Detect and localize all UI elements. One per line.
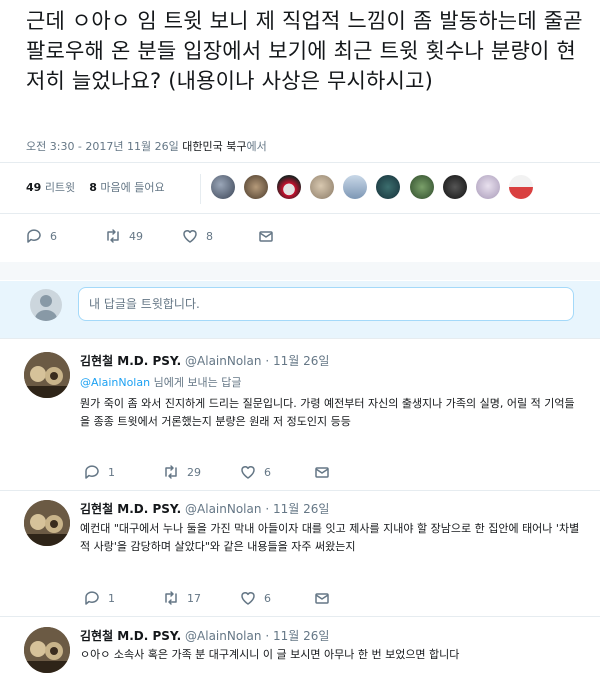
like-action[interactable]: 8 [182, 228, 213, 244]
direct-message-action[interactable] [258, 228, 274, 244]
reply-action[interactable]: 1 [84, 590, 115, 606]
dot-separator: · [265, 354, 270, 368]
reply-header: 김현철 M.D. PSY. @AlainNolan · 11월 26일 [80, 500, 329, 517]
divider [0, 162, 600, 163]
reply-header: 김현철 M.D. PSY. @AlainNolan · 11월 26일 [80, 352, 329, 369]
heart-icon [241, 466, 255, 479]
retweet-action[interactable]: 29 [163, 464, 201, 480]
reply-icon [85, 591, 99, 605]
retweets-count: 49 [26, 181, 42, 194]
reply-author-handle[interactable]: @AlainNolan [185, 629, 261, 643]
liker-avatar[interactable] [244, 175, 269, 199]
reply-author-name[interactable]: 김현철 M.D. PSY. [80, 502, 181, 516]
likes-label: 마음에 들어요 [100, 181, 165, 194]
replying-to-mention[interactable]: @AlainNolan [80, 376, 150, 389]
likes-stat[interactable]: 8 마음에 들어요 [89, 181, 164, 194]
liker-avatar[interactable] [310, 175, 335, 199]
reply-count: 6 [50, 229, 57, 243]
retweet-count: 49 [129, 229, 143, 243]
tweet-timestamp-line: 오전 3:30 - 2017년 11월 26일 대한민국 북구에서 [26, 138, 267, 154]
reply-input[interactable]: 내 답글을 트윗합니다. [78, 287, 574, 321]
reply-author-handle[interactable]: @AlainNolan [185, 354, 261, 368]
liker-avatar[interactable] [211, 175, 235, 199]
reply-date[interactable]: 11월 26일 [273, 629, 329, 643]
reply-date[interactable]: 11월 26일 [273, 354, 329, 368]
divider [0, 490, 600, 491]
avatar-photo [24, 500, 70, 546]
liker-avatar[interactable] [508, 175, 533, 199]
like-action[interactable]: 6 [240, 464, 271, 480]
reply-author-name[interactable]: 김현철 M.D. PSY. [80, 354, 181, 368]
retweet-action[interactable]: 49 [105, 228, 143, 244]
liker-avatars [211, 175, 537, 201]
envelope-icon [315, 467, 329, 478]
reply-icon [27, 229, 41, 243]
divider [0, 338, 600, 339]
direct-message-action[interactable] [314, 464, 330, 480]
reply-text: 뭔가 죽이 좀 와서 진지하게 드리는 질문입니다. 가령 예전부터 자신의 출… [80, 397, 575, 428]
retweets-stat[interactable]: 49 리트윗 [26, 181, 75, 194]
retweets-label: 리트윗 [44, 181, 76, 194]
reply-header: 김현철 M.D. PSY. @AlainNolan · 11월 26일 [80, 627, 329, 644]
reply-author-avatar[interactable] [24, 627, 70, 673]
reply-author-avatar[interactable] [24, 352, 70, 398]
retweet-icon [165, 465, 177, 479]
liker-avatar[interactable] [376, 175, 401, 199]
reply-icon [85, 465, 99, 479]
avatar-photo [24, 627, 70, 673]
reply-count: 1 [108, 591, 115, 605]
default-user-icon [35, 295, 57, 321]
section-gap [0, 262, 600, 280]
direct-message-action[interactable] [314, 590, 330, 606]
retweet-count: 29 [187, 465, 201, 479]
tweet-location[interactable]: 대한민국 북구 [182, 140, 246, 153]
liker-avatar[interactable] [475, 175, 500, 199]
heart-icon [183, 230, 197, 243]
reply-date[interactable]: 11월 26일 [273, 502, 329, 516]
dot-separator: · [265, 502, 270, 516]
liker-avatar[interactable] [442, 175, 467, 199]
tweet-location-suffix: 에서 [246, 140, 267, 153]
retweet-action[interactable]: 17 [163, 590, 201, 606]
retweet-icon [165, 591, 177, 605]
tweet-time[interactable]: 오전 3:30 - 2017년 11월 26일 [26, 140, 179, 153]
like-count: 8 [206, 229, 213, 243]
like-action[interactable]: 6 [240, 590, 271, 606]
heart-icon [241, 592, 255, 605]
avatar-photo [24, 352, 70, 398]
replying-to-text: 님에게 보내는 답글 [150, 376, 242, 389]
liker-avatar[interactable] [409, 175, 434, 199]
reply-action[interactable]: 6 [26, 228, 57, 244]
likes-count: 8 [89, 181, 97, 194]
liker-avatar[interactable] [277, 175, 302, 199]
stats-separator [200, 174, 201, 204]
reply-text: ㅇ아ㅇ 소속사 혹은 가족 분 대구계시니 이 글 보시면 아무나 한 번 보었… [80, 648, 460, 661]
tweet-stats: 49 리트윗 8 마음에 들어요 [26, 179, 165, 195]
envelope-icon [315, 593, 329, 604]
retweet-icon [107, 229, 119, 243]
reply-count: 1 [108, 465, 115, 479]
like-count: 6 [264, 465, 271, 479]
reply-author-avatar[interactable] [24, 500, 70, 546]
reply-author-name[interactable]: 김현철 M.D. PSY. [80, 629, 181, 643]
replying-to: @AlainNolan 님에게 보내는 답글 [80, 374, 242, 390]
retweet-count: 17 [187, 591, 201, 605]
liker-avatar[interactable] [343, 175, 368, 199]
envelope-icon [259, 231, 273, 242]
reply-action[interactable]: 1 [84, 464, 115, 480]
own-avatar [30, 289, 62, 321]
divider [0, 213, 600, 214]
like-count: 6 [264, 591, 271, 605]
reply-author-handle[interactable]: @AlainNolan [185, 502, 261, 516]
tweet-text: 근데 ㅇ아ㅇ 임 트윗 보니 제 직업적 느낌이 좀 발동하는데 줄곧 팔로우해… [26, 9, 583, 93]
divider [0, 616, 600, 617]
reply-text: 예컨대 "대구에서 누나 둘을 가진 막내 아들이자 대를 잇고 제사를 지내야… [80, 522, 580, 553]
dot-separator: · [265, 629, 270, 643]
